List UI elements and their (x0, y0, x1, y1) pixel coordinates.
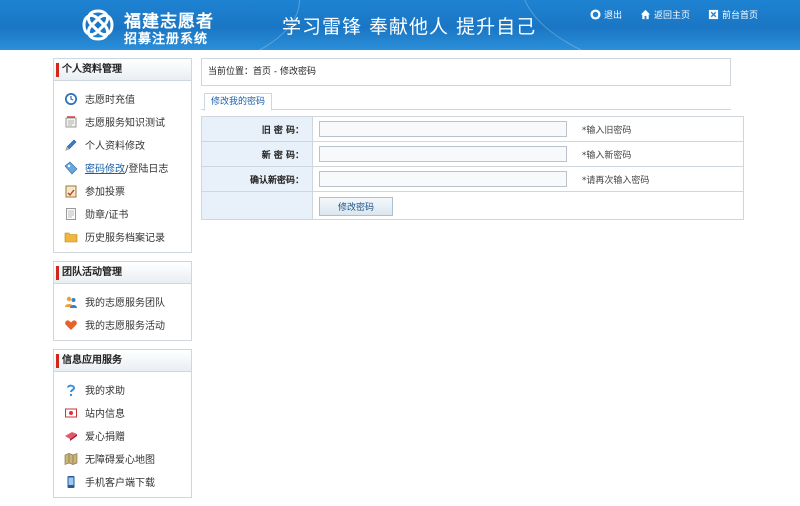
sidebar-item-knowledge-test[interactable]: 志愿服务知识测试 (64, 110, 191, 133)
sidebar-item-label: 手机客户端下载 (85, 478, 155, 489)
clock-icon (65, 92, 77, 105)
sidebar: 个人资料管理 志愿时充值 志愿服务知识测试 个人资料修改 密码修改/登陆日志 参… (53, 58, 192, 506)
sidebar-item-label: 我的志愿服务活动 (85, 321, 165, 332)
front-page-link[interactable]: 前台首页 (708, 8, 758, 21)
new-password-input[interactable] (319, 146, 567, 162)
sidebar-item-label: 志愿时充值 (85, 95, 135, 106)
login-log-label[interactable]: /登陆日志 (125, 164, 168, 175)
sidebar-item-vote[interactable]: 参加投票 (64, 179, 191, 202)
sidebar-item-label: 我的求助 (85, 386, 125, 397)
volunteer-logo-icon (82, 9, 114, 41)
new-password-hint: *输入新密码 (581, 150, 632, 161)
sidebar-item-my-help[interactable]: 我的求助 (64, 378, 191, 401)
confirm-password-input[interactable] (319, 171, 567, 187)
form-row-new-password: 新 密 码： *输入新密码 (201, 141, 744, 167)
sidebar-item-site-messages[interactable]: 站内信息 (64, 401, 191, 424)
sidebar-item-edit-profile[interactable]: 个人资料修改 (64, 133, 191, 156)
notepad-icon (65, 115, 77, 127)
tag-icon (64, 161, 78, 174)
sidebar-item-label: 爱心捐赠 (85, 432, 125, 443)
change-password-button[interactable]: 修改密码 (319, 196, 393, 216)
front-page-icon (708, 9, 719, 20)
folder-icon (64, 232, 78, 242)
home-link[interactable]: 返回主页 (640, 8, 690, 21)
confirm-password-label: 确认新密码： (201, 166, 313, 192)
change-password-form: 旧 密 码： *输入旧密码 新 密 码： *输入新密码 确认新密码： *请再次输… (201, 116, 744, 220)
sidebar-item-my-activities[interactable]: 我的志愿服务活动 (64, 313, 191, 336)
sidebar-item-label: 无障碍爱心地图 (85, 455, 155, 466)
heart-icon (65, 319, 77, 330)
logo-subtitle: 招募注册系统 (124, 32, 209, 47)
sidebar-item-accessible-map[interactable]: 无障碍爱心地图 (64, 447, 191, 470)
home-icon (640, 9, 651, 20)
map-icon (64, 452, 78, 465)
sidebar-item-my-team[interactable]: 我的志愿服务团队 (64, 290, 191, 313)
header-slogan: 学习雷锋 奉献他人 提升自己 (282, 16, 537, 38)
sidebar-item-service-history[interactable]: 历史服务档案记录 (64, 225, 191, 248)
front-page-label: 前台首页 (721, 11, 758, 21)
logout-icon (590, 9, 601, 20)
breadcrumb: 当前位置：首页 - 修改密码 (201, 58, 731, 86)
sidebar-item-label: 志愿服务知识测试 (85, 118, 165, 129)
change-password-link[interactable]: 密码修改 (85, 164, 125, 175)
old-password-label: 旧 密 码： (201, 116, 313, 142)
home-label: 返回主页 (653, 11, 690, 21)
sidebar-section-profile: 个人资料管理 志愿时充值 志愿服务知识测试 个人资料修改 密码修改/登陆日志 参… (53, 58, 192, 253)
sidebar-section-title: 信息应用服务 (54, 350, 191, 372)
form-row-submit: 修改密码 (201, 191, 744, 220)
team-icon (65, 296, 77, 308)
sidebar-item-label: 参加投票 (85, 187, 125, 198)
sidebar-item-recharge-hours[interactable]: 志愿时充值 (64, 87, 191, 110)
new-password-label: 新 密 码： (201, 141, 313, 167)
sidebar-item-label: 个人资料修改 (85, 141, 145, 152)
message-icon (65, 408, 77, 417)
vote-icon (65, 185, 77, 197)
sidebar-item-medals[interactable]: 勋章/证书 (64, 202, 191, 225)
sidebar-section-title: 个人资料管理 (54, 59, 191, 81)
sidebar-item-label: 勋章/证书 (85, 210, 129, 221)
document-icon (66, 207, 76, 220)
sidebar-section-title: 团队活动管理 (54, 262, 191, 284)
sidebar-section-info: 信息应用服务 我的求助 站内信息 爱心捐赠 无障碍爱心地图 手机客户端下载 (53, 349, 192, 498)
sidebar-item-label: 我的志愿服务团队 (85, 298, 165, 309)
form-row-old-password: 旧 密 码： *输入旧密码 (201, 116, 744, 142)
sidebar-item-label: 站内信息 (85, 409, 125, 420)
sidebar-item-donation[interactable]: 爱心捐赠 (64, 424, 191, 447)
tab-bar: 修改我的密码 (201, 93, 731, 111)
sidebar-item-mobile-download[interactable]: 手机客户端下载 (64, 470, 191, 493)
pencil-icon (65, 139, 77, 150)
tab-change-my-password[interactable]: 修改我的密码 (204, 93, 273, 111)
sidebar-section-team: 团队活动管理 我的志愿服务团队 我的志愿服务活动 (53, 261, 192, 341)
logout-link[interactable]: 退出 (590, 8, 622, 21)
logout-label: 退出 (603, 11, 622, 21)
header-links: 退出 返回主页 前台首页 (590, 8, 758, 21)
form-row-confirm-password: 确认新密码： *请再次输入密码 (201, 166, 744, 192)
confirm-password-hint: *请再次输入密码 (581, 175, 650, 186)
help-icon (67, 384, 76, 396)
old-password-hint: *输入旧密码 (581, 125, 632, 136)
sidebar-item-change-password[interactable]: 密码修改/登陆日志 (64, 156, 191, 179)
mobile-icon (67, 475, 75, 488)
donation-icon (65, 431, 77, 441)
sidebar-item-label: 历史服务档案记录 (85, 233, 165, 244)
site-header: 福建志愿者 招募注册系统 学习雷锋 奉献他人 提升自己 退出 返回主页 前台首页 (0, 0, 800, 50)
old-password-input[interactable] (319, 121, 567, 137)
